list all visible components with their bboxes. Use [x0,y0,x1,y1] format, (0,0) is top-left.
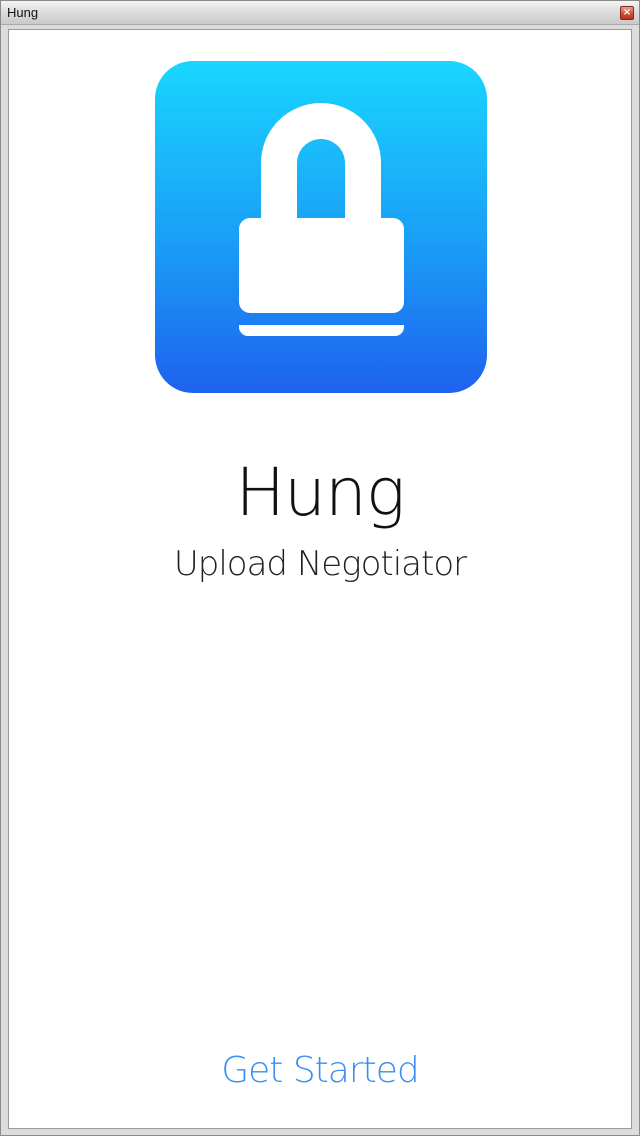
window-title: Hung [7,5,39,20]
get-started-button[interactable]: Get Started [9,1046,631,1096]
app-subtitle: Upload Negotiator [173,544,467,584]
close-button[interactable]: × [620,6,634,20]
close-icon: × [622,7,632,18]
app-window: Hung × Hung Upload Negotiator Get Starte… [0,0,640,1136]
app-logo [155,61,487,393]
lock-icon [239,103,404,336]
title-bar[interactable]: Hung × [1,1,639,25]
app-name: Hung [235,454,406,531]
app-content: Hung Upload Negotiator Get Started [8,29,632,1129]
